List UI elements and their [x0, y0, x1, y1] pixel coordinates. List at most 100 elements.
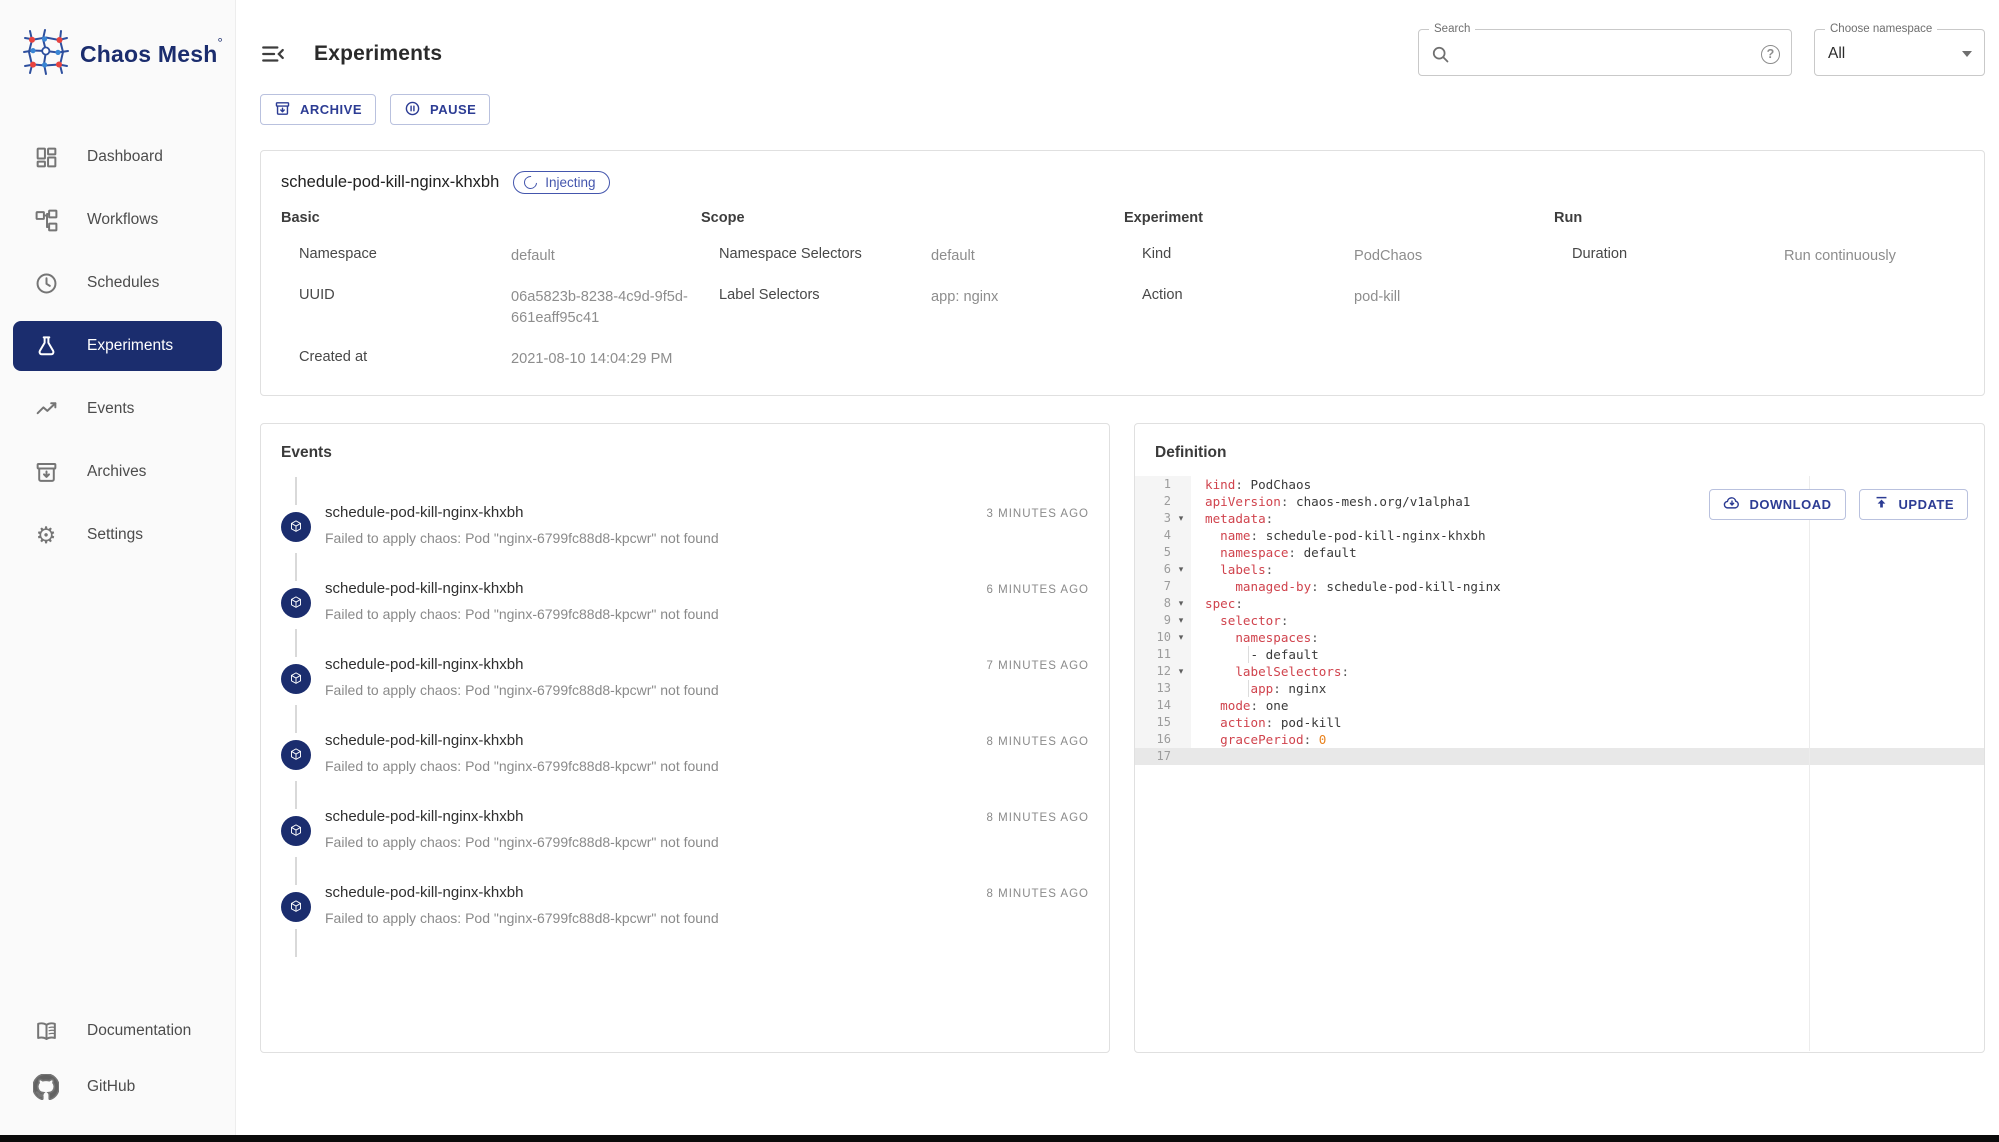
trending-up-icon — [33, 396, 59, 422]
code-text: namespaces: — [1191, 629, 1319, 646]
sidebar-item-archives[interactable]: Archives — [13, 447, 222, 497]
definition-title: Definition — [1135, 444, 1984, 462]
fold-arrow-icon[interactable]: ▾ — [1171, 510, 1191, 527]
menu-open-icon[interactable] — [260, 40, 288, 68]
line-gutter: 8▾ — [1135, 595, 1191, 612]
code-line: 16 gracePeriod: 0 — [1135, 731, 1984, 748]
search-input[interactable] — [1451, 32, 1761, 76]
status-badge-label: Injecting — [545, 175, 595, 190]
workflows-icon — [33, 207, 59, 233]
code-text: labelSelectors: — [1191, 663, 1349, 680]
sidebar-item-github[interactable]: GitHub — [13, 1062, 222, 1112]
update-button[interactable]: UPDATE — [1859, 489, 1968, 520]
definition-panel: Definition 1kind: PodChaos2apiVersion: c… — [1134, 423, 1985, 1053]
line-number: 15 — [1135, 714, 1171, 731]
code-text: app: nginx — [1191, 680, 1326, 697]
logo-trademark: ° — [217, 35, 222, 50]
publish-upload-icon — [1873, 494, 1890, 514]
line-gutter: 4 — [1135, 527, 1191, 544]
event-message: Failed to apply chaos: Pod "nginx-6799fc… — [325, 606, 1089, 622]
fold-arrow-icon[interactable]: ▾ — [1171, 612, 1191, 629]
download-button[interactable]: DOWNLOAD — [1709, 489, 1846, 520]
events-panel: Events schedule-pod-kill-nginx-khxbh3 MI… — [260, 423, 1110, 1053]
line-gutter: 15 — [1135, 714, 1191, 731]
sidebar-item-events[interactable]: Events — [13, 384, 222, 434]
line-gutter: 17 — [1135, 748, 1191, 765]
code-line: 17 — [1135, 748, 1984, 765]
sidebar-item-label: Dashboard — [87, 148, 163, 166]
events-timeline: schedule-pod-kill-nginx-khxbh 3 MINUTES A… — [281, 470, 1089, 964]
event-message: Failed to apply chaos: Pod "nginx-6799fc… — [325, 682, 1089, 698]
sidebar-item-label: Archives — [87, 463, 146, 481]
fold-arrow-icon[interactable]: ▾ — [1171, 561, 1191, 578]
line-gutter: 6▾ — [1135, 561, 1191, 578]
field-value: pod-kill — [1354, 287, 1549, 308]
fold-arrow-icon[interactable]: ▾ — [1171, 629, 1191, 646]
logo[interactable]: Chaos Mesh° — [0, 0, 235, 81]
fold-arrow-icon[interactable]: ▾ — [1171, 663, 1191, 680]
timeline-rail — [281, 546, 311, 622]
sidebar-item-schedules[interactable]: Schedules — [13, 258, 222, 308]
event-body: schedule-pod-kill-nginx-khxbh8 MINUTES A… — [311, 774, 1089, 850]
line-number: 8 — [1135, 595, 1171, 612]
event-item: schedule-pod-kill-nginx-khxbh8 MINUTES A… — [281, 774, 1089, 850]
section-title: Basic — [281, 210, 701, 226]
namespace-select[interactable]: Choose namespace All — [1814, 32, 1985, 76]
header-right: Search ? Choose namespace All — [1418, 32, 1985, 76]
line-number: 11 — [1135, 646, 1171, 663]
sidebar-item-settings[interactable]: ⚙Settings — [13, 510, 222, 560]
code-line: 7 managed-by: schedule-pod-kill-nginx — [1135, 578, 1984, 595]
sidebar-item-workflows[interactable]: Workflows — [13, 195, 222, 245]
field-label: Created at — [299, 349, 511, 365]
event-item: schedule-pod-kill-nginx-khxbh7 MINUTES A… — [281, 622, 1089, 698]
line-number: 6 — [1135, 561, 1171, 578]
pause-button[interactable]: PAUSE — [390, 94, 490, 125]
bottom-row: Events schedule-pod-kill-nginx-khxbh3 MI… — [260, 423, 1985, 1053]
code-line: 8▾spec: — [1135, 595, 1984, 612]
fold-spacer — [1171, 527, 1191, 544]
field-value: PodChaos — [1354, 246, 1549, 267]
field-value: 06a5823b-8238-4c9d-9f5d-661eaff95c41 — [511, 287, 701, 329]
line-gutter: 3▾ — [1135, 510, 1191, 527]
code-text: action: pod-kill — [1191, 714, 1342, 731]
sidebar-item-documentation[interactable]: Documentation — [13, 1006, 222, 1056]
yaml-editor[interactable]: 1kind: PodChaos2apiVersion: chaos-mesh.o… — [1135, 476, 1984, 1051]
page-title: Experiments — [314, 42, 442, 66]
fold-spacer — [1171, 731, 1191, 748]
line-number: 17 — [1135, 748, 1171, 765]
event-timestamp: 6 MINUTES AGO — [987, 584, 1089, 596]
fold-spacer — [1171, 680, 1191, 697]
experiment-cube-icon — [281, 664, 311, 694]
code-text: selector: — [1191, 612, 1288, 629]
event-body: schedule-pod-kill-nginx-khxbh7 MINUTES A… — [311, 622, 1089, 698]
sidebar-item-experiments[interactable]: Experiments — [13, 321, 222, 371]
field-value: default — [931, 246, 1124, 267]
field-label: Kind — [1142, 246, 1354, 262]
code-text: apiVersion: chaos-mesh.org/v1alpha1 — [1191, 493, 1470, 510]
line-number: 2 — [1135, 493, 1171, 510]
code-text: managed-by: schedule-pod-kill-nginx — [1191, 578, 1501, 595]
search-icon — [1430, 44, 1451, 65]
event-timestamp: 8 MINUTES AGO — [987, 736, 1089, 748]
section-title: Run — [1554, 210, 1964, 226]
timeline-rail — [281, 850, 311, 964]
line-gutter: 10▾ — [1135, 629, 1191, 646]
timeline-connector — [295, 553, 297, 581]
experiment-cube-icon — [281, 892, 311, 922]
help-icon[interactable]: ? — [1761, 45, 1780, 64]
code-text: gracePeriod: 0 — [1191, 731, 1326, 748]
sidebar-item-dashboard[interactable]: Dashboard — [13, 132, 222, 182]
code-text: spec: — [1191, 595, 1243, 612]
line-gutter: 7 — [1135, 578, 1191, 595]
event-message: Failed to apply chaos: Pod "nginx-6799fc… — [325, 910, 1089, 926]
event-name: schedule-pod-kill-nginx-khxbh — [325, 808, 523, 825]
fold-arrow-icon[interactable]: ▾ — [1171, 595, 1191, 612]
line-gutter: 16 — [1135, 731, 1191, 748]
overview-sections: BasicNamespacedefaultUUID06a5823b-8238-4… — [261, 210, 1984, 371]
event-item: schedule-pod-kill-nginx-khxbh6 MINUTES A… — [281, 546, 1089, 622]
line-gutter: 13 — [1135, 680, 1191, 697]
archive-button[interactable]: ARCHIVE — [260, 94, 376, 125]
code-line: 14 mode: one — [1135, 697, 1984, 714]
event-timestamp: 3 MINUTES AGO — [987, 508, 1089, 520]
line-number: 16 — [1135, 731, 1171, 748]
